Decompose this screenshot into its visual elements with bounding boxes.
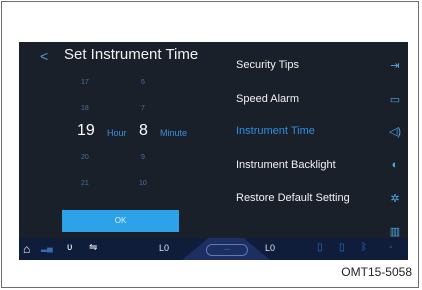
status-bar: ⌂ ▂▄ ʋ ⇋ L0 ◦◦◦ L0 ▯ ▯ ᛒ ◦	[19, 238, 408, 260]
back-arrow-icon[interactable]: <	[40, 48, 48, 64]
home-icon[interactable]: ⌂	[23, 242, 30, 256]
hour-option-above-1[interactable]: 18	[81, 105, 89, 112]
brightness-icon: ◐	[391, 159, 399, 171]
minute-option-above-1[interactable]: 7	[141, 105, 145, 112]
phone-icon[interactable]: ▯	[317, 242, 323, 253]
left-readout: L0	[159, 243, 170, 253]
seat-icon[interactable]: ʋ	[67, 242, 72, 253]
speech-bubble-icon: ▭	[389, 94, 401, 106]
center-badge: ◦◦◦	[206, 244, 248, 256]
minute-option-below-1[interactable]: 9	[141, 154, 145, 161]
menu-item-instrument-backlight[interactable]: Instrument Backlight	[236, 159, 336, 171]
menu-item-instrument-time[interactable]: Instrument Time	[236, 125, 315, 137]
signal-icon: ▂▄	[41, 243, 53, 252]
minute-unit-label: Minute	[160, 128, 188, 138]
minute-selected[interactable]: 8	[139, 122, 148, 140]
hour-selected[interactable]: 19	[77, 122, 95, 140]
hour-unit-label: Hour	[107, 128, 127, 138]
page-title: Set Instrument Time	[64, 46, 199, 63]
menu-item-restore-default-setting[interactable]: Restore Default Setting	[236, 192, 350, 204]
menu-item-security-tips[interactable]: Security Tips	[236, 59, 299, 71]
user-icon[interactable]: ◦	[389, 242, 393, 253]
minute-option-above-2[interactable]: 6	[141, 79, 145, 86]
instrument-screen: < Set Instrument Time 17 18 19 Hour 20 2…	[19, 42, 408, 260]
manual-icon[interactable]: ▥	[387, 225, 403, 238]
bluetooth-icon[interactable]: ᛒ	[361, 242, 367, 253]
ok-button[interactable]: OK	[62, 210, 179, 232]
figure-caption: OMT15-5058	[341, 265, 412, 279]
hour-option-below-1[interactable]: 20	[81, 154, 89, 161]
air-circulation-icon[interactable]: ⇋	[89, 242, 97, 253]
device-icon[interactable]: ▯	[339, 242, 345, 253]
gear-icon: ✲	[390, 193, 400, 205]
menu-item-speed-alarm[interactable]: Speed Alarm	[236, 93, 299, 105]
exit-icon: ⇥	[390, 60, 400, 72]
volume-icon: ◁)	[388, 126, 402, 138]
figure-frame: < Set Instrument Time 17 18 19 Hour 20 2…	[1, 1, 419, 288]
hour-option-below-2[interactable]: 21	[81, 180, 89, 187]
right-readout: L0	[265, 243, 276, 253]
hour-option-above-2[interactable]: 17	[81, 79, 89, 86]
minute-option-below-2[interactable]: 10	[139, 180, 147, 187]
